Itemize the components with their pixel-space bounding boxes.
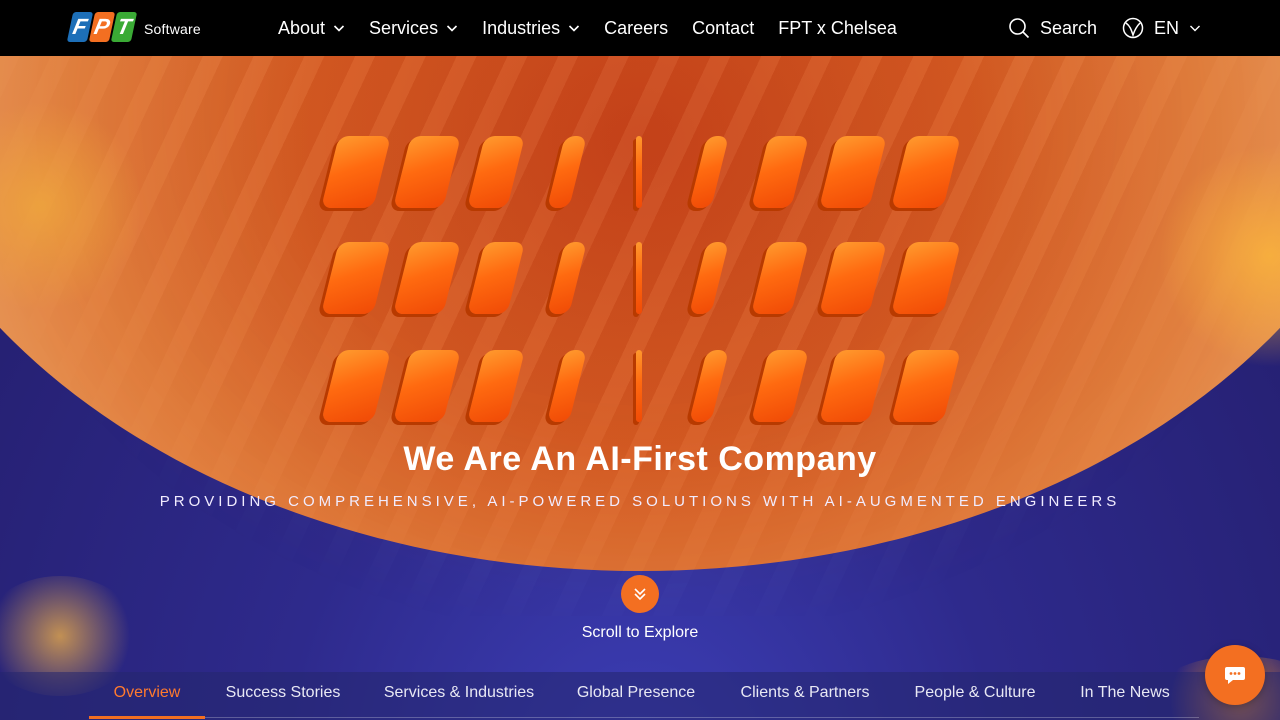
hero-tile xyxy=(393,350,461,422)
scroll-to-explore-label: Scroll to Explore xyxy=(581,624,699,641)
hero-tile xyxy=(467,242,525,314)
chevron-down-icon xyxy=(569,25,580,32)
nav-label: FPT x Chelsea xyxy=(778,17,897,38)
tab-people-culture[interactable]: People & Culture xyxy=(904,672,1046,720)
nav-item-contact[interactable]: Contact xyxy=(692,18,754,39)
language-selector[interactable]: EN xyxy=(1122,14,1201,42)
tab-services-industries[interactable]: Services & Industries xyxy=(374,672,544,720)
hero-tile xyxy=(891,242,961,314)
hero-tile xyxy=(636,136,642,208)
hero-tile xyxy=(891,136,961,208)
fpt-software-logo[interactable]: F P T Software xyxy=(66,10,201,44)
chat-icon xyxy=(1225,667,1245,684)
hero-section: We Are An AI-First Company PROVIDING COM… xyxy=(0,56,1280,720)
chevron-down-icon xyxy=(447,25,458,32)
hero-tile xyxy=(547,136,587,208)
hero-tile xyxy=(393,136,461,208)
hero-tile xyxy=(819,136,887,208)
hero-tile xyxy=(689,242,729,314)
hero-tile xyxy=(891,350,961,422)
hero-tile xyxy=(321,242,391,314)
main-nav: About Services Industries Careers Contac… xyxy=(278,0,921,56)
hero-tile xyxy=(636,350,642,422)
hero-tile xyxy=(819,242,887,314)
scroll-down-button[interactable] xyxy=(621,575,659,613)
logo-letter-t: T xyxy=(110,12,138,42)
search-label: Search xyxy=(1040,17,1098,38)
hero-tile xyxy=(751,136,809,208)
hero-tile xyxy=(547,242,587,314)
tab-global-presence[interactable]: Global Presence xyxy=(566,672,706,720)
globe-icon xyxy=(1122,17,1144,39)
nav-item-services[interactable]: Services xyxy=(369,18,458,39)
hero-subheadline: PROVIDING COMPREHENSIVE, AI-POWERED SOLU… xyxy=(159,493,1121,510)
hero-tile xyxy=(819,350,887,422)
hero-tile xyxy=(689,350,729,422)
logo-wordmark: Software xyxy=(144,21,201,37)
tab-in-the-news[interactable]: In The News xyxy=(1072,672,1178,720)
hero-tile xyxy=(321,136,391,208)
active-tab-indicator xyxy=(89,716,205,719)
hero-tile xyxy=(393,242,461,314)
nav-item-industries[interactable]: Industries xyxy=(482,18,580,39)
section-tab-bar: Overview Success Stories Services & Indu… xyxy=(0,672,1280,720)
hero-tile xyxy=(467,350,525,422)
tab-clients-partners[interactable]: Clients & Partners xyxy=(730,672,880,720)
hero-tile xyxy=(689,136,729,208)
search-button[interactable]: Search xyxy=(1008,14,1097,42)
search-icon xyxy=(1009,18,1030,39)
tab-success-stories[interactable]: Success Stories xyxy=(218,672,348,720)
site-header: F P T Software About Services Industries… xyxy=(0,0,1280,56)
hero-3d-tile-grid xyxy=(0,56,1280,476)
tab-overview[interactable]: Overview xyxy=(89,672,205,720)
hero-tile xyxy=(321,350,391,422)
hero-tile xyxy=(751,242,809,314)
chat-button[interactable] xyxy=(1205,645,1265,705)
language-label: EN xyxy=(1154,17,1180,38)
nav-item-about[interactable]: About xyxy=(278,18,345,39)
nav-label: Careers xyxy=(604,17,669,38)
nav-label: Industries xyxy=(482,17,561,38)
double-chevron-down-icon xyxy=(634,588,646,601)
hero-tile xyxy=(636,242,642,314)
nav-item-careers[interactable]: Careers xyxy=(604,18,668,39)
chevron-down-icon xyxy=(1190,25,1201,32)
hero-headline: We Are An AI-First Company xyxy=(403,440,877,478)
nav-label: About xyxy=(278,17,326,38)
hero-tile xyxy=(467,136,525,208)
chevron-down-icon xyxy=(333,25,345,32)
logo-mark: F P T xyxy=(66,12,139,42)
hero-tile xyxy=(751,350,809,422)
nav-label: Services xyxy=(369,17,439,38)
nav-item-fpt-x-chelsea[interactable]: FPT x Chelsea xyxy=(778,18,897,39)
hero-tile xyxy=(547,350,587,422)
nav-label: Contact xyxy=(692,17,755,38)
